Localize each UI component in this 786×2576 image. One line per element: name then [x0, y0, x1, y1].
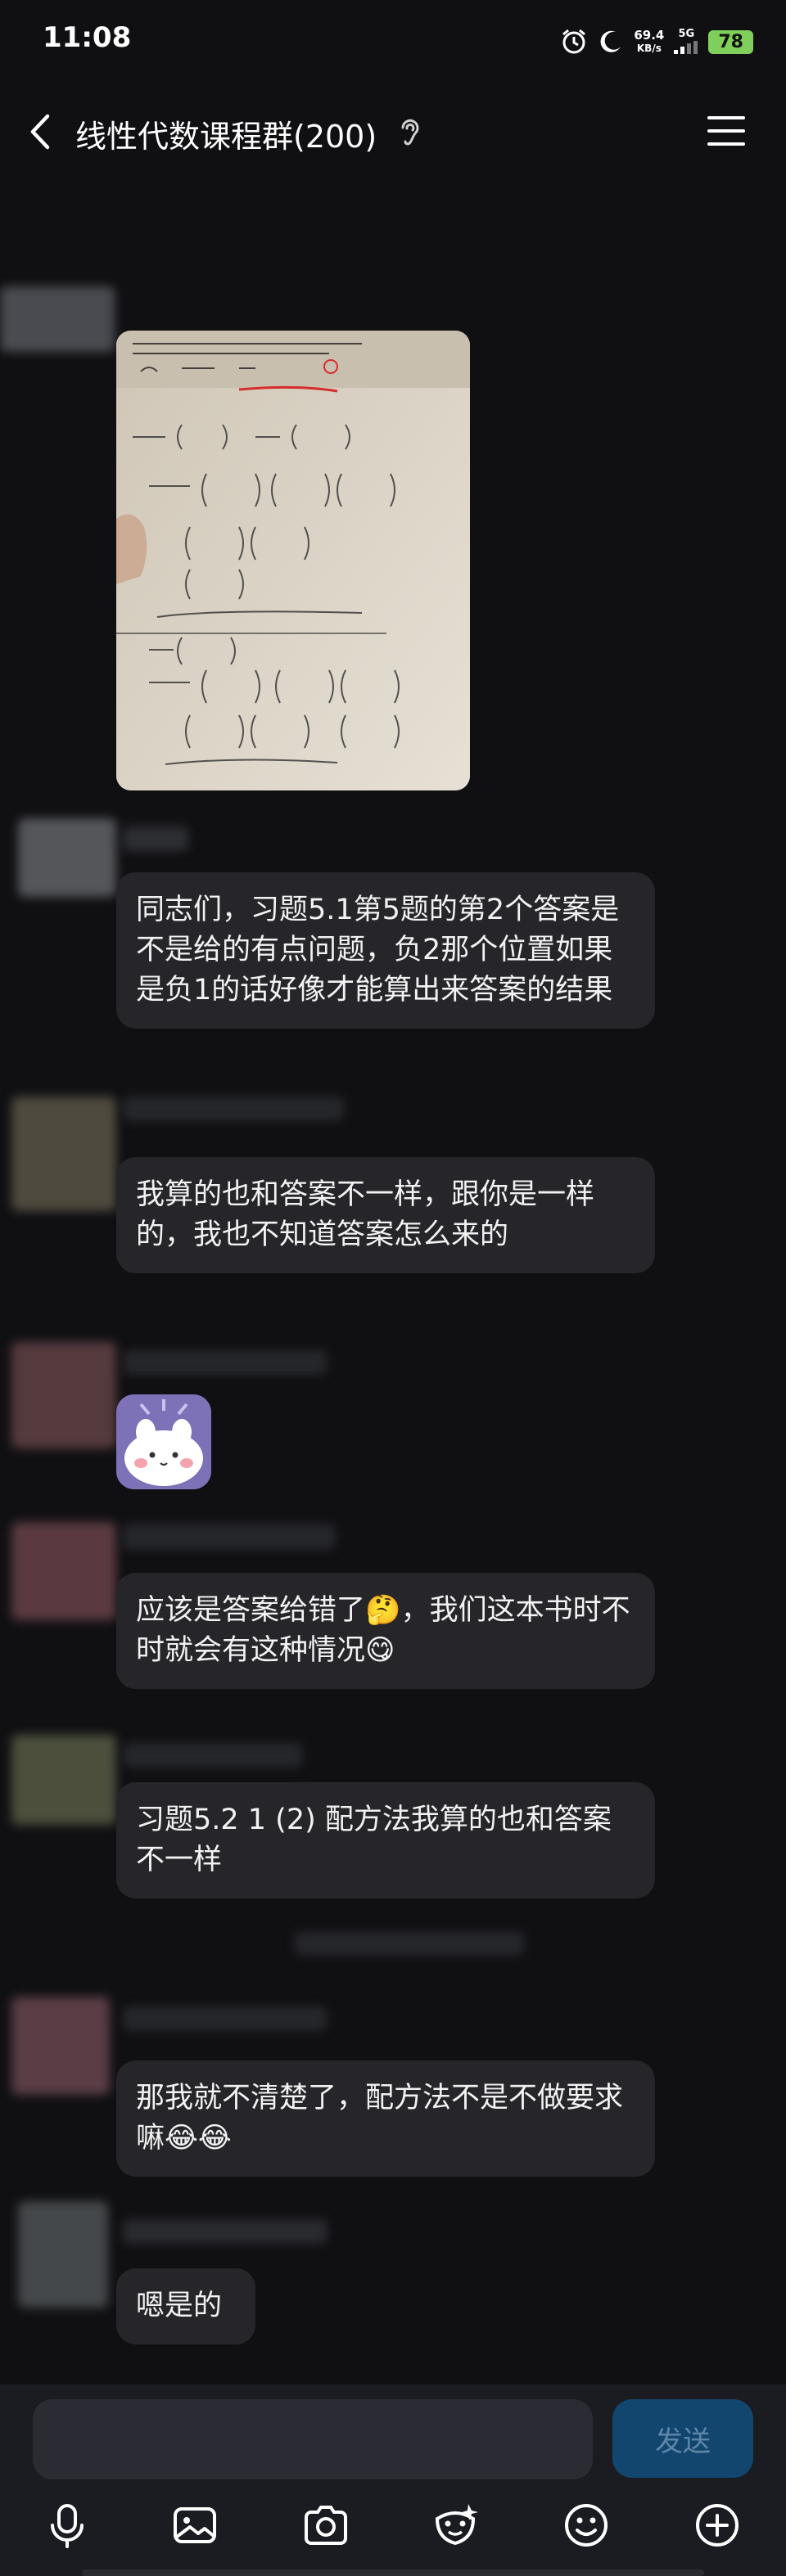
battery-indicator: 78 [708, 29, 753, 54]
sender-name [123, 2219, 328, 2244]
sender-name [123, 1350, 328, 1375]
avatar[interactable] [0, 286, 115, 352]
signal-indicator: 5G [674, 28, 698, 56]
chat-title[interactable]: 线性代数课程群(200) [75, 111, 377, 156]
back-icon[interactable] [25, 111, 57, 152]
photo-message[interactable] [116, 331, 470, 790]
avatar[interactable] [18, 2201, 108, 2308]
face-mask-icon[interactable] [431, 2501, 480, 2550]
message-bubble[interactable]: 那我就不清楚了，配方法不是不做要求嘛😂😂 [116, 2060, 655, 2177]
status-icons: 69.4 KB/s 5G 78 [560, 21, 753, 62]
net-speed-unit: KB/s [636, 43, 662, 54]
message-bubble[interactable]: 嗯是的 [116, 2268, 255, 2344]
image-icon[interactable] [170, 2501, 219, 2550]
sender-name [123, 1097, 344, 1121]
status-time: 11:08 [43, 21, 132, 54]
chat-header: 线性代数课程群(200) [0, 98, 786, 164]
message-bubble[interactable]: 应该是答案给错了🤔，我们这本书时不时就会有这种情况😋 [116, 1573, 655, 1689]
avatar[interactable] [11, 1342, 116, 1448]
menu-icon-line [707, 116, 745, 119]
menu-icon-line [707, 129, 745, 133]
message-bubble[interactable]: 习题5.2 1 (2) 配方法我算的也和答案不一样 [116, 1782, 655, 1898]
message-input[interactable] [33, 2399, 593, 2479]
net-speed: 69.4 KB/s [634, 29, 664, 55]
menu-icon-line [707, 142, 745, 146]
emoji-icon[interactable] [562, 2501, 611, 2550]
send-button[interactable]: 发送 [612, 2399, 753, 2478]
sticker-message[interactable] [116, 1394, 211, 1489]
sender-name [123, 1743, 303, 1768]
ear-icon[interactable] [396, 116, 424, 147]
signal-bars-icon [674, 40, 698, 54]
alarm-icon [562, 29, 586, 54]
avatar[interactable] [11, 1097, 116, 1211]
microphone-icon[interactable] [43, 2501, 92, 2550]
avatar[interactable] [11, 1735, 116, 1825]
sender-name [123, 2006, 328, 2031]
homework-photo [116, 331, 470, 790]
moon-icon [600, 30, 621, 52]
avatar[interactable] [18, 818, 116, 897]
menu-button[interactable] [707, 115, 747, 147]
net-speed-value: 69.4 [634, 28, 665, 43]
sender-name [123, 1524, 336, 1550]
message-bubble[interactable]: 同志们，习题5.1第5题的第2个答案是不是给的有点问题，负2那个位置如果是负1的… [116, 872, 655, 1029]
message-bubble[interactable]: 我算的也和答案不一样，跟你是一样的，我也不知道答案怎么来的 [116, 1157, 655, 1273]
sender-name [295, 1931, 524, 1956]
camera-icon[interactable] [301, 2501, 350, 2550]
avatar[interactable] [11, 1522, 116, 1620]
signal-label: 5G [678, 27, 695, 40]
sender-name [123, 826, 188, 851]
plus-icon[interactable] [693, 2501, 742, 2550]
avatar[interactable] [11, 1997, 110, 2095]
bunny-sticker-icon [116, 1394, 211, 1489]
home-indicator [82, 2569, 704, 2576]
